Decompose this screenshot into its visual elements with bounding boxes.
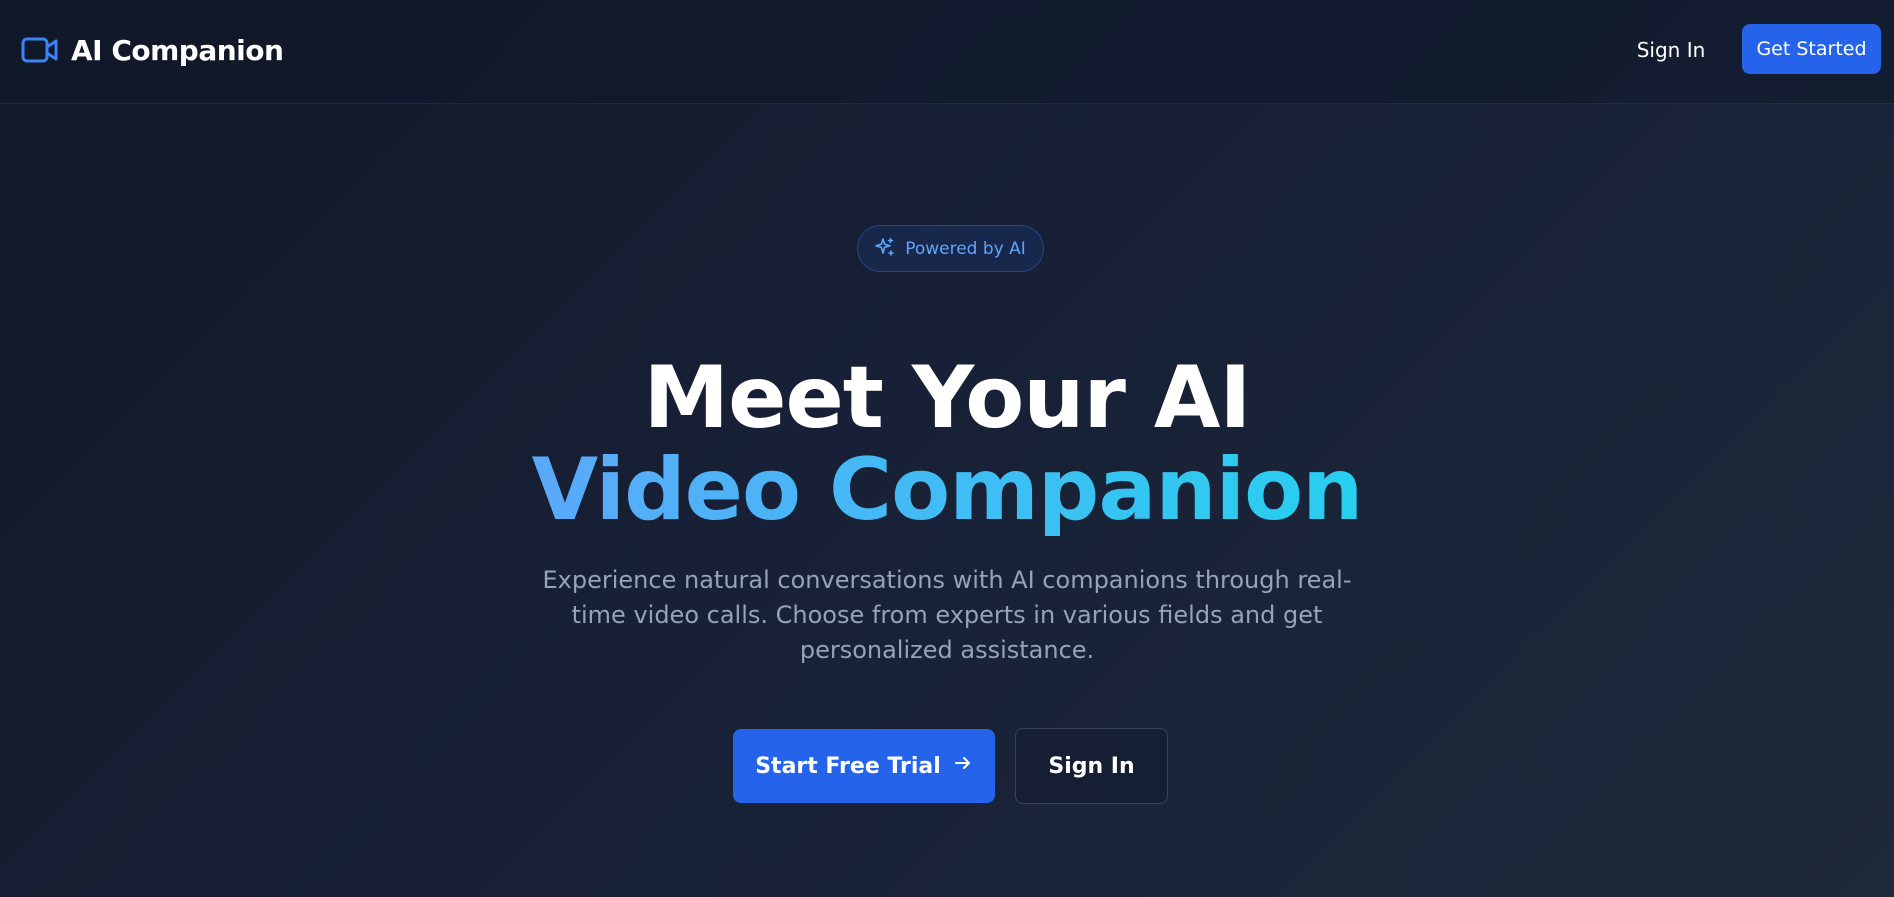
brand-name: AI Companion — [71, 33, 284, 67]
hero-sign-in-button[interactable]: Sign In — [1015, 728, 1168, 804]
hero-subtitle: Experience natural conversations with AI… — [542, 566, 1352, 664]
badge-label: Powered by AI — [905, 238, 1026, 259]
arrow-right-icon — [953, 753, 973, 779]
top-navbar: AI Companion Sign In Get Started — [0, 0, 1894, 104]
brand-logo[interactable]: AI Companion — [21, 30, 284, 70]
start-free-trial-button[interactable]: Start Free Trial — [733, 729, 995, 803]
hero-title: Meet Your AI Video Companion — [447, 352, 1447, 536]
powered-by-ai-badge: Powered by AI — [857, 225, 1044, 272]
sparkles-icon — [875, 237, 895, 261]
hero-title-line-2: Video Companion — [447, 444, 1447, 536]
video-camera-icon — [21, 30, 59, 70]
nav-sign-in-button[interactable]: Sign In — [1620, 30, 1722, 70]
hero-title-line-1: Meet Your AI — [643, 348, 1252, 448]
get-started-button[interactable]: Get Started — [1742, 24, 1881, 74]
start-free-trial-label: Start Free Trial — [755, 753, 941, 779]
